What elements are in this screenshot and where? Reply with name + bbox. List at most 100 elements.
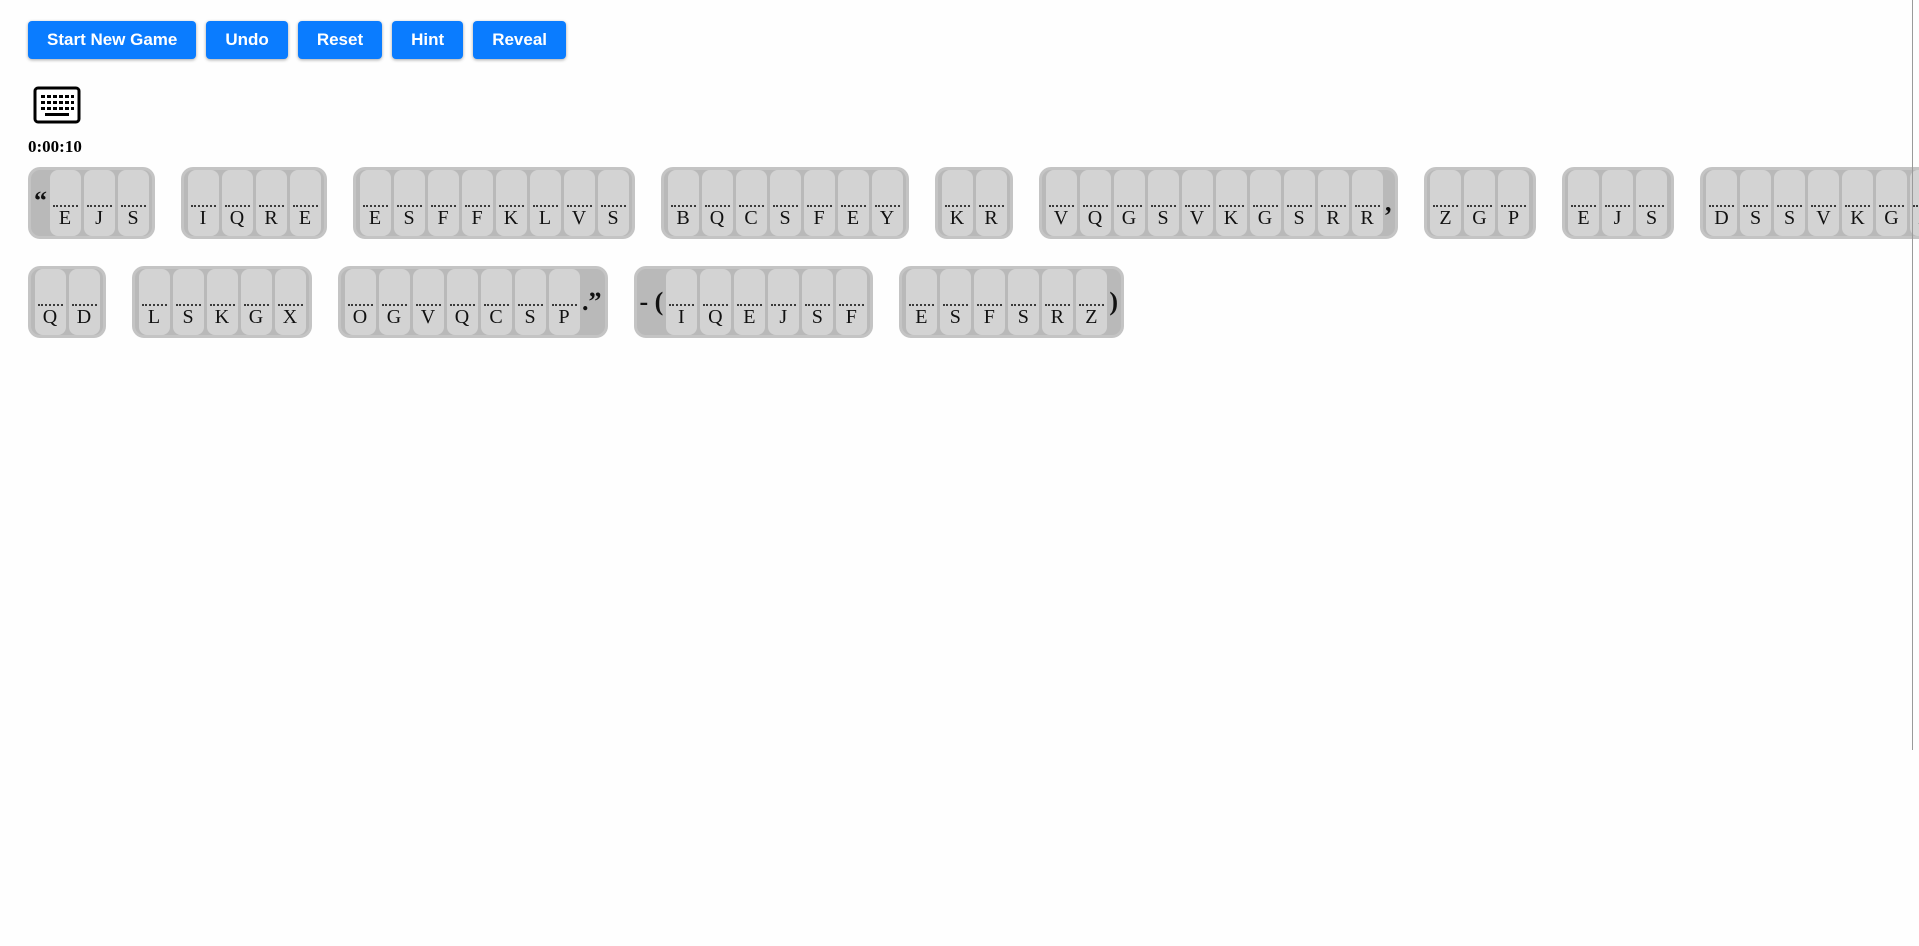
letter-cell[interactable]: E	[837, 170, 869, 236]
cipher-letter: Q	[454, 306, 470, 328]
letter-cell[interactable]: S	[1007, 269, 1039, 335]
letter-cell[interactable]: S	[1636, 170, 1667, 236]
letter-cell[interactable]: S	[939, 269, 971, 335]
letter-cell[interactable]: Z	[1075, 269, 1107, 335]
letter-cell[interactable]: P	[1498, 170, 1529, 236]
letter-cell[interactable]: E	[733, 269, 765, 335]
letter-cell[interactable]: J	[1602, 170, 1633, 236]
letter-cell[interactable]: X	[274, 269, 306, 335]
letter-cell[interactable]: R	[255, 170, 287, 236]
letter-cell[interactable]: Y	[871, 170, 903, 236]
letter-cell[interactable]: V	[1181, 170, 1213, 236]
cipher-letter: S	[1749, 207, 1762, 229]
letter-cell[interactable]: L	[138, 269, 170, 335]
letter-cell[interactable]: C	[735, 170, 767, 236]
undo-button[interactable]: Undo	[206, 21, 288, 59]
letter-cell[interactable]: E	[49, 170, 81, 236]
letter-cell[interactable]: J	[83, 170, 115, 236]
letter-cell[interactable]: L	[529, 170, 561, 236]
letter-cell[interactable]: S	[597, 170, 629, 236]
letter-cell[interactable]: G	[378, 269, 410, 335]
letter-cell[interactable]: E	[359, 170, 391, 236]
puzzle-word: QD	[28, 266, 106, 338]
letter-cell[interactable]: K	[941, 170, 973, 236]
cipher-letter: S	[811, 306, 823, 328]
letter-cell[interactable]: F	[803, 170, 835, 236]
letter-cell[interactable]: S	[393, 170, 425, 236]
letter-cell[interactable]: S	[1774, 170, 1805, 236]
letter-cell[interactable]: B	[667, 170, 699, 236]
letter-cell[interactable]: G	[1249, 170, 1281, 236]
letter-cell[interactable]: E	[905, 269, 937, 335]
letter-cell[interactable]: G	[1113, 170, 1145, 236]
letter-cell[interactable]: I	[187, 170, 219, 236]
punctuation: .”	[582, 287, 602, 316]
letter-cell[interactable]: R	[975, 170, 1007, 236]
cipher-letter: R	[264, 207, 278, 229]
letter-cell[interactable]: G	[1876, 170, 1907, 236]
letter-cell[interactable]: G	[240, 269, 272, 335]
letter-cell[interactable]: R	[1041, 269, 1073, 335]
punctuation: - (	[639, 287, 664, 316]
letter-cell[interactable]: S	[769, 170, 801, 236]
letter-cell[interactable]: S	[1740, 170, 1771, 236]
letter-cell[interactable]: I	[665, 269, 697, 335]
cipher-letter: V	[571, 207, 587, 229]
letter-cell[interactable]: J	[767, 269, 799, 335]
letter-cell[interactable]: Q	[221, 170, 253, 236]
letter-cell[interactable]: D	[1706, 170, 1737, 236]
letter-cell[interactable]: S	[514, 269, 546, 335]
cipher-letter: P	[558, 306, 570, 328]
keyboard-icon[interactable]	[33, 86, 81, 124]
letter-cell[interactable]: S	[1283, 170, 1315, 236]
cipher-letter: I	[677, 306, 685, 328]
cipher-letter: K	[214, 306, 230, 328]
letter-cell[interactable]: K	[495, 170, 527, 236]
letter-cell[interactable]: Q	[701, 170, 733, 236]
letter-cell[interactable]: K	[1842, 170, 1873, 236]
letter-cell[interactable]: R	[1351, 170, 1383, 236]
cipher-letter: K	[503, 207, 519, 229]
cipher-letter: K	[1850, 207, 1865, 229]
reveal-button[interactable]: Reveal	[473, 21, 567, 59]
cipher-letter: Z	[1439, 207, 1452, 229]
letter-cell[interactable]: C	[480, 269, 512, 335]
letter-cell[interactable]: S	[801, 269, 833, 335]
puzzle-word: LSKGX	[132, 266, 312, 338]
letter-cell[interactable]: V	[563, 170, 595, 236]
letter-cell[interactable]: E	[1568, 170, 1599, 236]
letter-cell[interactable]: V	[412, 269, 444, 335]
letter-cell[interactable]: P	[548, 269, 580, 335]
start-new-game-button[interactable]: Start New Game	[28, 21, 197, 59]
cipher-letter: K	[1223, 207, 1239, 229]
cipher-letter: D	[1714, 207, 1729, 229]
letter-cell[interactable]: F	[973, 269, 1005, 335]
letter-cell[interactable]: V	[1045, 170, 1077, 236]
letter-cell[interactable]: Q	[446, 269, 478, 335]
letter-cell[interactable]: V	[1808, 170, 1839, 236]
game-timer: 0:00:10	[28, 137, 82, 156]
cipher-letter: G	[1472, 207, 1487, 229]
letter-cell[interactable]: Q	[699, 269, 731, 335]
letter-cell[interactable]: Q	[34, 269, 66, 335]
letter-cell[interactable]: Q	[1079, 170, 1111, 236]
letter-cell[interactable]: K	[1215, 170, 1247, 236]
reset-button[interactable]: Reset	[297, 21, 383, 59]
letter-cell[interactable]: G	[1464, 170, 1495, 236]
letter-cell[interactable]: O	[344, 269, 376, 335]
letter-cell[interactable]: S	[1147, 170, 1179, 236]
letter-cell[interactable]: S	[172, 269, 204, 335]
letter-cell[interactable]: R	[1317, 170, 1349, 236]
letter-cell[interactable]: K	[206, 269, 238, 335]
letter-cell[interactable]: F	[427, 170, 459, 236]
punctuation: “	[34, 186, 47, 215]
letter-cell[interactable]: F	[835, 269, 867, 335]
cipher-letter: E	[846, 207, 860, 229]
letter-cell[interactable]: F	[461, 170, 493, 236]
scrollbar[interactable]	[1912, 0, 1919, 750]
letter-cell[interactable]: S	[117, 170, 149, 236]
hint-button[interactable]: Hint	[392, 21, 464, 59]
letter-cell[interactable]: E	[289, 170, 321, 236]
letter-cell[interactable]: Z	[1430, 170, 1461, 236]
letter-cell[interactable]: D	[68, 269, 100, 335]
